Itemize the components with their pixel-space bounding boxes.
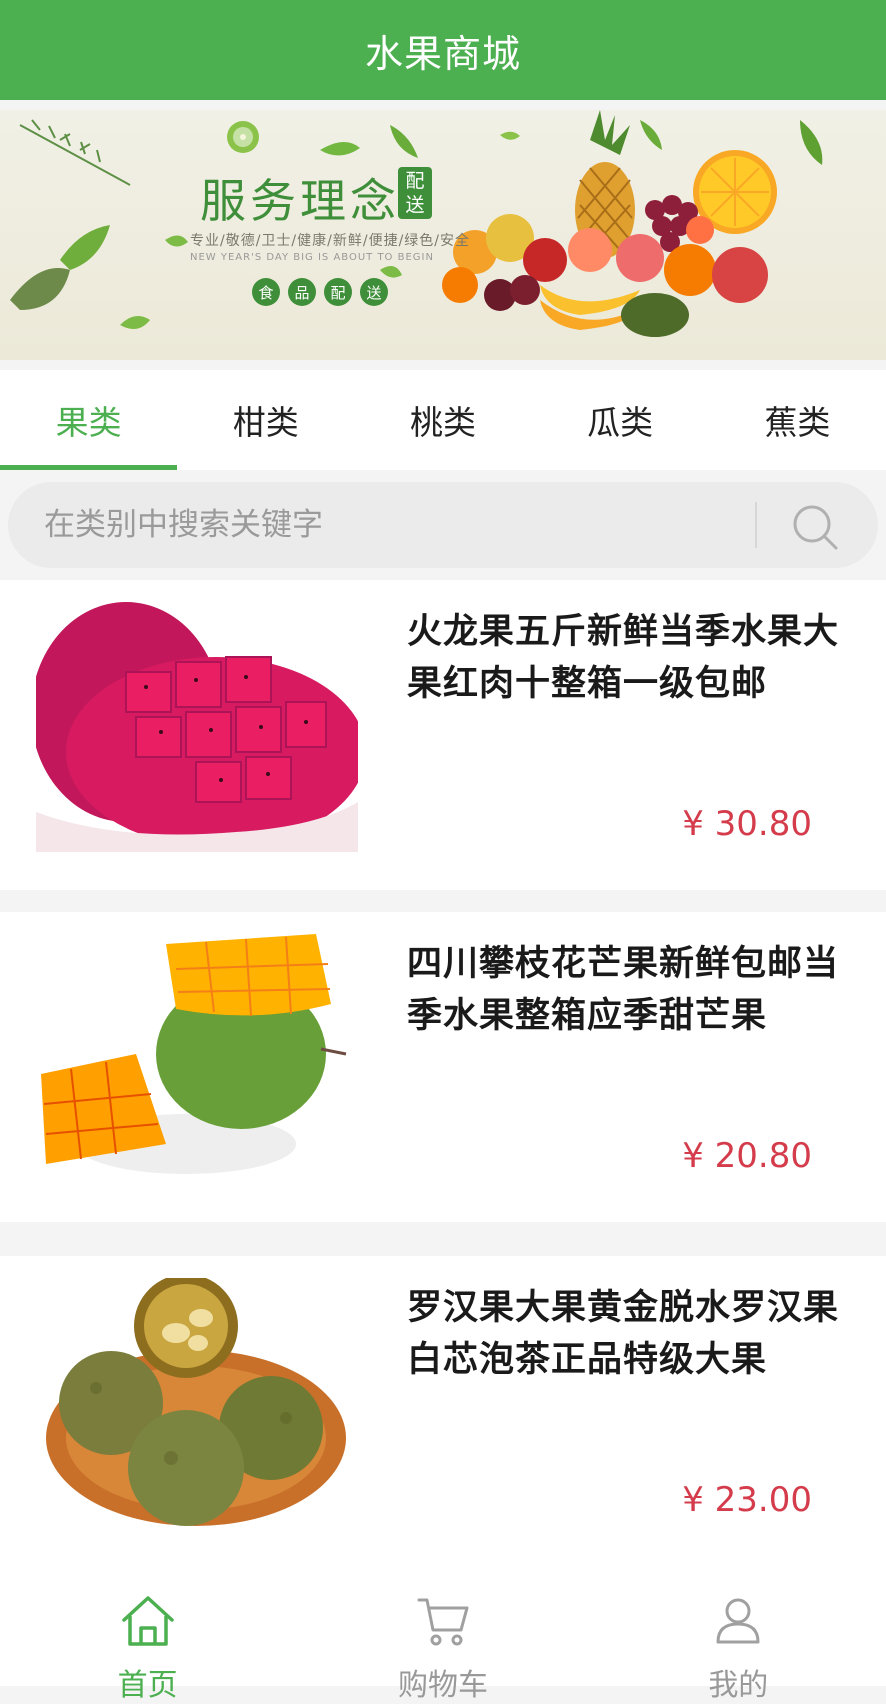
product-price: ¥ 30.80	[682, 804, 812, 844]
cart-icon	[417, 1598, 469, 1646]
tab-gua[interactable]: 瓜类	[532, 370, 709, 470]
nav-home[interactable]: 首页	[0, 1578, 295, 1703]
search-input[interactable]: 在类别中搜索关键字	[44, 482, 323, 568]
product-name: 火龙果五斤新鲜当季水果大果红肉十整箱一级包邮	[407, 612, 840, 704]
search-divider	[755, 502, 757, 548]
app-header: 水果商城	[0, 0, 886, 100]
search-bar[interactable]: 在类别中搜索关键字	[8, 482, 878, 568]
product-name: 罗汉果大果黄金脱水罗汉果白芯泡茶正品特级大果	[407, 1288, 840, 1380]
banner-subtitle: 专业/敬德/卫士/健康/新鲜/便捷/绿色/安全	[190, 233, 471, 249]
category-tabs: 果类 柑类 桃类 瓜类 蕉类	[0, 370, 886, 470]
mango-image	[36, 934, 358, 1184]
promo-banner[interactable]: 服务理念 配送 专业/敬德/卫士/健康/新鲜/便捷/绿色/安全 NEW YEAR…	[0, 110, 886, 360]
product-price: ¥ 23.00	[682, 1480, 812, 1520]
service-char: 送	[360, 278, 388, 306]
nav-home-label: 首页	[117, 1668, 178, 1703]
monk-fruit-image	[36, 1278, 358, 1528]
bottom-nav: 首页 购物车 我的	[0, 1578, 886, 1703]
service-char: 配	[324, 278, 352, 306]
product-card[interactable]: 火龙果五斤新鲜当季水果大果红肉十整箱一级包邮 ¥ 30.80	[0, 580, 886, 890]
nav-profile-label: 我的	[708, 1668, 769, 1703]
search-area: 在类别中搜索关键字	[0, 470, 886, 580]
nav-profile[interactable]: 我的	[591, 1578, 886, 1703]
user-icon	[716, 1598, 760, 1644]
product-price: ¥ 20.80	[682, 1136, 812, 1176]
product-name: 四川攀枝花芒果新鲜包邮当季水果整箱应季甜芒果	[407, 944, 840, 1036]
tab-jiao[interactable]: 蕉类	[709, 370, 886, 470]
product-card[interactable]: 四川攀枝花芒果新鲜包邮当季水果整箱应季甜芒果 ¥ 20.80	[0, 912, 886, 1222]
banner-title: 服务理念	[200, 174, 400, 228]
nav-cart-label: 购物车	[397, 1668, 488, 1703]
banner-service-badges: 食 品 配 送	[252, 278, 388, 306]
nav-cart[interactable]: 购物车	[295, 1578, 590, 1703]
search-icon[interactable]	[788, 500, 844, 556]
banner-english-text: NEW YEAR'S DAY BIG IS ABOUT TO BEGIN	[190, 252, 434, 263]
tab-gan[interactable]: 柑类	[177, 370, 354, 470]
page-title: 水果商城	[364, 31, 521, 76]
dragon-fruit-image	[36, 602, 358, 852]
tab-tao[interactable]: 桃类	[354, 370, 531, 470]
product-card[interactable]: 罗汉果大果黄金脱水罗汉果白芯泡茶正品特级大果 ¥ 23.00	[0, 1256, 886, 1578]
banner-badge: 配送	[398, 167, 432, 219]
home-icon	[121, 1596, 174, 1646]
tab-guo[interactable]: 果类	[0, 370, 178, 470]
service-char: 品	[288, 278, 316, 306]
service-char: 食	[252, 278, 280, 306]
